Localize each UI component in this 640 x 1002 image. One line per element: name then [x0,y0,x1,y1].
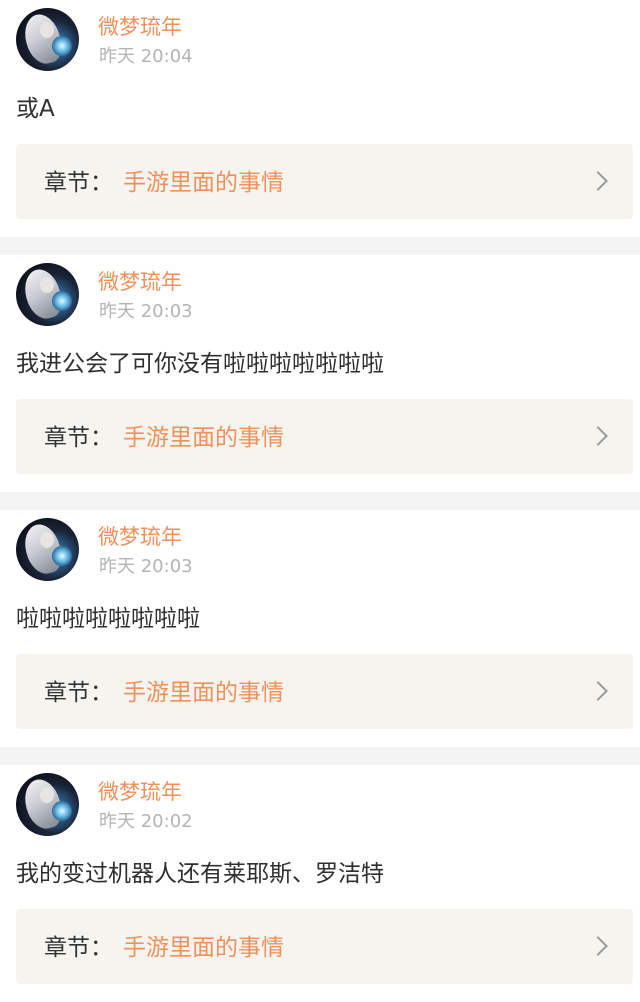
chapter-link[interactable]: 章节： 手游里面的事情 [16,144,633,219]
comment-feed: 微梦琉年 昨天 20:04 或A 章节： 手游里面的事情 微梦琉年 昨天 20:… [0,0,640,1002]
chevron-right-icon [588,681,608,701]
avatar[interactable] [16,773,79,836]
comment-text: 我的变过机器人还有莱耶斯、罗洁特 [16,861,384,887]
chapter-label: 章节： [44,425,113,451]
chapter-label: 章节： [44,170,113,196]
chapter-link[interactable]: 章节： 手游里面的事情 [16,909,633,984]
avatar-face-shape [40,787,54,803]
comment-text: 啦啦啦啦啦啦啦啦 [16,606,200,632]
username[interactable]: 微梦琉年 [98,13,182,41]
chevron-right-icon [588,171,608,191]
avatar-orb-shape [52,546,72,566]
chapter-title: 手游里面的事情 [123,425,284,451]
avatar[interactable] [16,8,79,71]
avatar-orb-shape [52,291,72,311]
timestamp: 昨天 20:04 [99,46,193,67]
comment-item: 微梦琉年 昨天 20:04 或A 章节： 手游里面的事情 [0,0,640,237]
avatar-face-shape [40,277,54,293]
comment-item: 微梦琉年 昨天 20:03 啦啦啦啦啦啦啦啦 章节： 手游里面的事情 [0,510,640,747]
username[interactable]: 微梦琉年 [98,778,182,806]
avatar-orb-shape [52,801,72,821]
chapter-link[interactable]: 章节： 手游里面的事情 [16,654,633,729]
section-divider [0,237,640,255]
chapter-link[interactable]: 章节： 手游里面的事情 [16,399,633,474]
timestamp: 昨天 20:03 [99,556,193,577]
timestamp: 昨天 20:02 [99,811,193,832]
username[interactable]: 微梦琉年 [98,268,182,296]
chapter-title: 手游里面的事情 [123,935,284,961]
chevron-right-icon [588,426,608,446]
chapter-title: 手游里面的事情 [123,680,284,706]
chapter-label: 章节： [44,935,113,961]
avatar[interactable] [16,518,79,581]
comment-text: 我进公会了可你没有啦啦啦啦啦啦啦 [16,351,384,377]
comment-item: 微梦琉年 昨天 20:02 我的变过机器人还有莱耶斯、罗洁特 章节： 手游里面的… [0,765,640,1002]
avatar-orb-shape [52,36,72,56]
chapter-label: 章节： [44,680,113,706]
comment-text: 或A [16,96,55,122]
chapter-title: 手游里面的事情 [123,170,284,196]
section-divider [0,492,640,510]
comment-item: 微梦琉年 昨天 20:03 我进公会了可你没有啦啦啦啦啦啦啦 章节： 手游里面的… [0,255,640,492]
chevron-right-icon [588,936,608,956]
section-divider [0,747,640,765]
avatar-face-shape [40,532,54,548]
avatar[interactable] [16,263,79,326]
username[interactable]: 微梦琉年 [98,523,182,551]
timestamp: 昨天 20:03 [99,301,193,322]
avatar-face-shape [40,22,54,38]
